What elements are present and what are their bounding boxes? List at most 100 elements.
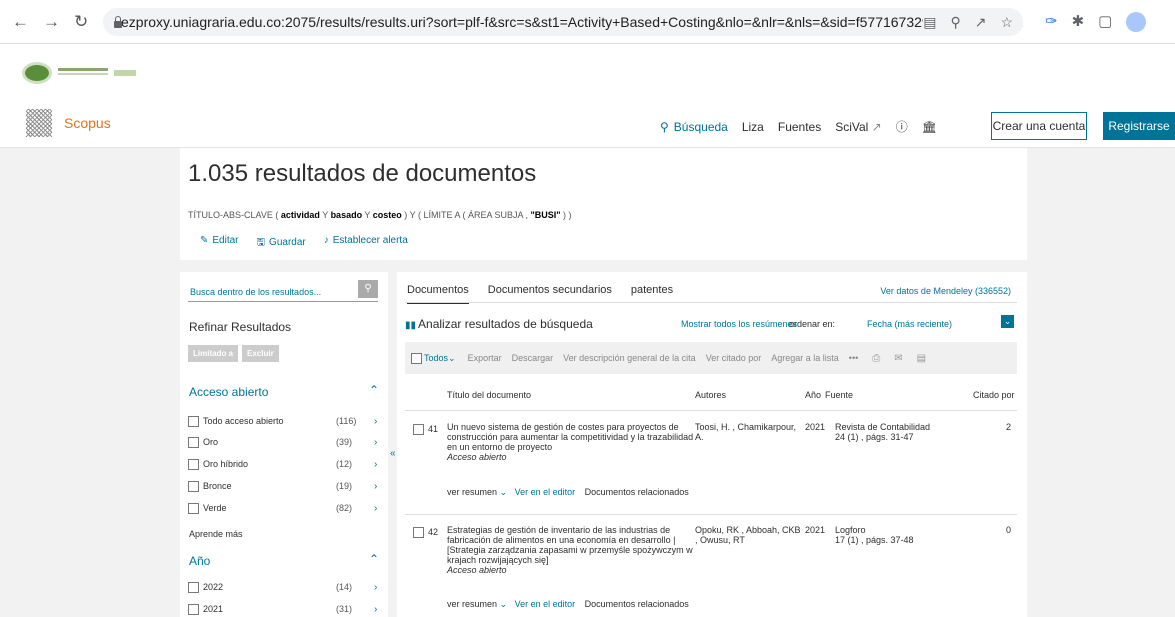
zoom-icon[interactable]: ⚲ xyxy=(950,14,960,31)
view-publisher-link[interactable]: Ver en el editor xyxy=(515,599,576,609)
edit-link[interactable]: ✎ Editar xyxy=(200,235,239,252)
source-name: Revista de Contabilidad xyxy=(835,422,931,432)
column-title[interactable]: Título del documento xyxy=(447,390,531,400)
document-title[interactable]: Estrategias de gestión de inventario de … xyxy=(447,525,695,575)
column-year[interactable]: Año xyxy=(805,390,821,400)
filter-item[interactable]: Bronce (19) › xyxy=(188,478,386,494)
translate-icon[interactable]: ▤ xyxy=(923,14,936,31)
chevron-right-icon[interactable]: › xyxy=(374,459,377,470)
filter-item[interactable]: 2021 (31) › xyxy=(188,601,386,617)
document-title[interactable]: Un nuevo sistema de gestión de costes pa… xyxy=(447,422,695,462)
help-icon[interactable]: ⓘ xyxy=(896,118,908,135)
nav-search[interactable]: ⚲ Búsqueda xyxy=(660,120,728,134)
download-button[interactable]: Descargar xyxy=(512,353,554,363)
feather-extension-icon[interactable]: ✑ xyxy=(1045,12,1058,32)
tab-patents[interactable]: patentes xyxy=(631,284,673,304)
share-icon[interactable]: ↗ xyxy=(975,14,987,31)
cited-count[interactable]: 2 xyxy=(1006,422,1011,432)
export-button[interactable]: Exportar xyxy=(468,353,502,363)
checkbox[interactable] xyxy=(188,502,199,514)
chevron-right-icon[interactable]: › xyxy=(374,416,377,427)
chevron-down-icon[interactable]: ⌄ xyxy=(1001,315,1014,328)
column-cited[interactable]: Citado por xyxy=(973,390,1015,400)
query-term: costeo xyxy=(372,210,402,220)
learn-more-link[interactable]: Aprende más xyxy=(189,529,243,539)
institution-icon[interactable]: 🏛 xyxy=(922,120,937,134)
view-publisher-link[interactable]: Ver en el editor xyxy=(515,487,576,497)
back-arrow-icon[interactable]: ← xyxy=(12,12,29,32)
checkbox[interactable] xyxy=(413,424,424,435)
checkbox[interactable] xyxy=(413,527,424,538)
save-link[interactable]: 🖫 Guardar xyxy=(257,235,306,252)
nav-sources[interactable]: Fuentes xyxy=(778,120,821,134)
analyze-results-link[interactable]: ▮▮ Analizar resultados de búsqueda xyxy=(405,317,593,331)
chevron-right-icon[interactable]: › xyxy=(374,437,377,448)
checkbox[interactable] xyxy=(188,603,199,615)
filter-item[interactable]: Oro híbrido (12) › xyxy=(188,456,386,472)
chevron-right-icon[interactable]: › xyxy=(374,503,377,514)
select-all[interactable]: Todos ⌄ xyxy=(411,352,456,364)
filter-item[interactable]: Todo acceso abierto (116) › xyxy=(188,413,386,429)
document-authors[interactable]: Opoku, RK , Abboah, CKB , Owusu, RT xyxy=(695,525,805,545)
filter-label: Oro xyxy=(203,437,219,447)
address-bar[interactable]: ezproxy.uniagraria.edu.co:2075/results/r… xyxy=(103,8,1023,36)
cited-count[interactable]: 0 xyxy=(1006,525,1011,535)
more-options-button[interactable]: ••• xyxy=(849,353,858,363)
related-documents-link[interactable]: Documentos relacionados xyxy=(585,599,689,609)
chevron-right-icon[interactable]: › xyxy=(374,481,377,492)
reload-icon[interactable]: ↻ xyxy=(74,12,88,32)
checkbox[interactable] xyxy=(411,352,422,364)
column-source[interactable]: Fuente xyxy=(825,390,853,400)
create-account-button[interactable]: Crear una cuenta xyxy=(991,112,1087,140)
nav-scival[interactable]: SciVal ↗ xyxy=(835,120,882,134)
nav-lists[interactable]: Liza xyxy=(742,120,764,134)
checkbox[interactable] xyxy=(188,436,199,448)
chevron-right-icon[interactable]: › xyxy=(374,582,377,593)
forward-arrow-icon[interactable]: → xyxy=(43,12,60,32)
open-access-section[interactable]: Acceso abierto ⌃ xyxy=(189,383,379,399)
mendeley-link[interactable]: Ver datos de Mendeley (336552) xyxy=(880,286,1011,296)
checkbox[interactable] xyxy=(188,581,199,593)
sidebar-toggle-icon[interactable]: ▢ xyxy=(1098,12,1112,32)
collapse-sidebar-icon[interactable]: « xyxy=(390,448,396,459)
related-documents-link[interactable]: Documentos relacionados xyxy=(585,487,689,497)
puzzle-extension-icon[interactable]: ✱ xyxy=(1072,12,1085,32)
citation-overview-button[interactable]: Ver descripción general de la cita xyxy=(563,353,696,363)
filter-item[interactable]: Verde (82) › xyxy=(188,500,386,516)
column-authors[interactable]: Autores xyxy=(695,390,726,400)
chevron-up-icon[interactable]: ⌃ xyxy=(369,552,379,566)
filter-item[interactable]: 2022 (14) › xyxy=(188,579,386,595)
profile-avatar[interactable] xyxy=(1126,12,1147,32)
checkbox[interactable] xyxy=(188,415,199,427)
document-authors[interactable]: Toosi, H. , Chamikarpour, A. xyxy=(695,422,805,442)
star-icon[interactable]: ☆ xyxy=(1000,14,1013,31)
view-abstract-link[interactable]: ver resumen ⌄ xyxy=(447,487,512,497)
bibliography-icon[interactable]: ▤ xyxy=(917,353,926,364)
show-all-abstracts-link[interactable]: Mostrar todos los resúmenes xyxy=(681,319,797,329)
checkbox[interactable] xyxy=(188,458,199,470)
register-button[interactable]: Registrarse xyxy=(1103,112,1175,140)
document-source[interactable]: Logforo 17 (1) , págs. 37-48 xyxy=(835,525,985,545)
add-to-list-button[interactable]: Agregar a la lista xyxy=(771,353,839,363)
search-within-button[interactable]: ⚲ xyxy=(358,280,378,298)
tab-secondary-documents[interactable]: Documentos secundarios xyxy=(488,284,612,304)
cited-by-button[interactable]: Ver citado por xyxy=(706,353,762,363)
checkbox[interactable] xyxy=(188,480,199,492)
year-section[interactable]: Año ⌃ xyxy=(189,552,379,568)
source-detail: 24 (1) , págs. 31-47 xyxy=(835,432,914,442)
set-alert-link[interactable]: ♪ Establecer alerta xyxy=(324,235,408,252)
email-icon[interactable]: ✉ xyxy=(894,353,902,364)
chevron-up-icon[interactable]: ⌃ xyxy=(369,383,379,397)
exclude-button[interactable]: Excluir xyxy=(242,345,279,362)
filter-item[interactable]: Oro (39) › xyxy=(188,434,386,450)
institution-logo[interactable] xyxy=(22,60,152,86)
print-icon[interactable]: ⎙ xyxy=(872,353,880,364)
limit-to-button[interactable]: Limitado a xyxy=(188,345,239,362)
scopus-logo[interactable]: Scopus xyxy=(26,109,111,137)
tab-documents[interactable]: Documentos xyxy=(407,284,469,304)
search-within-input[interactable]: Busca dentro de los resultados... ⚲ xyxy=(188,280,378,302)
view-abstract-link[interactable]: ver resumen ⌄ xyxy=(447,599,512,609)
sort-select[interactable]: Fecha (más reciente) xyxy=(867,319,952,329)
document-source[interactable]: Revista de Contabilidad 24 (1) , págs. 31… xyxy=(835,422,985,442)
chevron-right-icon[interactable]: › xyxy=(374,604,377,615)
